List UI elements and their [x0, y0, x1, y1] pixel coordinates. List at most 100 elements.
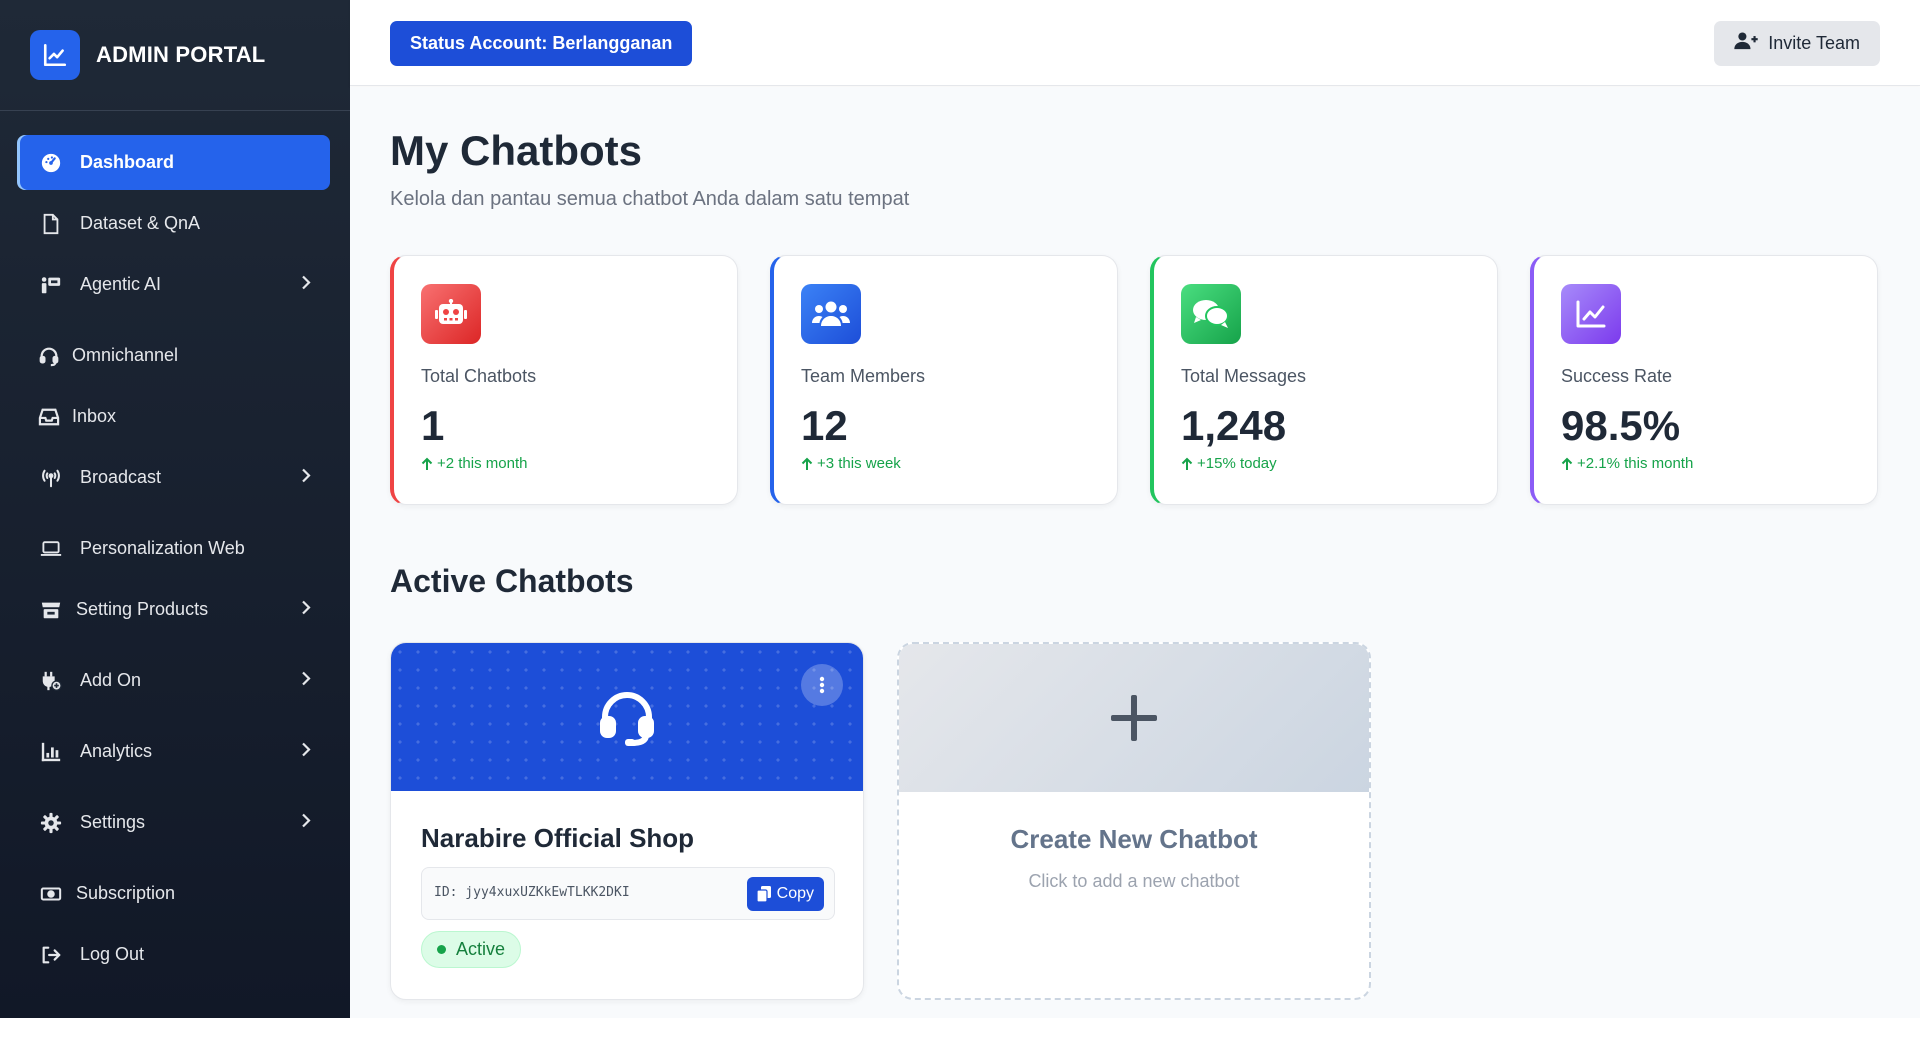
sidebar-item-subscription[interactable]: Subscription — [20, 866, 330, 921]
sidebar-item-inbox[interactable]: Inbox — [20, 389, 330, 444]
sidebar-item-add-on[interactable]: Add On — [20, 653, 330, 708]
sidebar-item-label: Subscription — [76, 883, 176, 903]
plus-icon — [1111, 695, 1157, 741]
invite-team-button[interactable]: Invite Team — [1714, 21, 1880, 66]
brand-title: ADMIN PORTAL — [96, 42, 266, 67]
stat-card-team-members: Team Members 12 +3 this week — [770, 255, 1118, 505]
sidebar-item-setting-products[interactable]: Setting Products — [20, 582, 330, 637]
headset-icon — [38, 345, 60, 367]
chatbot-name: Narabire Official Shop — [421, 823, 695, 853]
sidebar-item-label: Setting Products — [76, 599, 209, 619]
page-title: My Chatbots — [390, 127, 642, 174]
chatbot-id-box: ID: jyy4xuxUZKkEwTLKK2DKI Copy — [421, 867, 835, 920]
users-icon — [801, 284, 861, 344]
sidebar-item-personalization-web[interactable]: Personalization Web — [20, 521, 330, 576]
more-options-button[interactable] — [801, 664, 843, 706]
section-title: Active Chatbots — [390, 563, 634, 599]
status-label: Active — [456, 939, 506, 959]
stat-trend: +2 this month — [421, 455, 527, 472]
stat-value: 1 — [421, 402, 445, 449]
sidebar-item-omnichannel[interactable]: Omnichannel — [20, 328, 330, 383]
sidebar-item-log-out[interactable]: Log Out — [20, 927, 330, 982]
arrow-up-icon — [421, 457, 433, 470]
brand: ADMIN PORTAL — [0, 0, 350, 111]
stat-card-success-rate: Success Rate 98.5% +2.1% this month — [1530, 255, 1878, 505]
create-chatbot-subtitle: Click to add a new chatbot — [1028, 871, 1240, 891]
copy-icon — [756, 886, 771, 902]
stat-value: 12 — [801, 402, 848, 449]
create-chatbot-card[interactable]: Create New Chatbot Click to add a new ch… — [897, 642, 1371, 1000]
sidebar-item-label: Dashboard — [80, 152, 175, 172]
copy-id-button[interactable]: Copy — [746, 877, 824, 911]
chat-icon — [1181, 284, 1241, 344]
status-badge: Active — [421, 931, 522, 968]
stat-trend-text: +3 this week — [817, 455, 901, 472]
chatbot-id: ID: jyy4xuxUZKkEwTLKK2DKI — [434, 885, 630, 900]
analytics-icon — [40, 741, 62, 763]
gear-icon — [40, 812, 62, 834]
sidebar-item-label: Add On — [80, 670, 142, 690]
sidebar-item-label: Dataset & QnA — [80, 213, 201, 233]
arrow-up-icon — [1181, 457, 1193, 470]
chatbot-banner — [391, 643, 863, 791]
sidebar: ADMIN PORTAL Dashboard Dataset & QnA Age… — [0, 0, 350, 1018]
more-vertical-icon — [819, 676, 825, 694]
sidebar-item-label: Broadcast — [80, 467, 162, 487]
stat-trend: +3 this week — [801, 455, 901, 472]
arrow-up-icon — [1561, 457, 1573, 470]
sidebar-item-label: Agentic AI — [80, 274, 162, 294]
sidebar-item-label: Settings — [80, 812, 146, 832]
stat-trend-text: +2 this month — [437, 455, 528, 472]
store-icon — [40, 599, 62, 621]
user-plus-icon — [1734, 32, 1758, 55]
chart-line-icon — [1561, 284, 1621, 344]
account-status-button[interactable]: Status Account: Berlangganan — [390, 21, 693, 66]
sidebar-item-dataset[interactable]: Dataset & QnA — [20, 196, 330, 251]
chevron-right-icon — [300, 467, 312, 488]
sidebar-nav: Dashboard Dataset & QnA Agentic AI Omnic… — [0, 111, 350, 982]
dashboard-icon — [40, 152, 62, 174]
chatbot-card[interactable]: Narabire Official Shop ID: jyy4xuxUZKkEw… — [390, 642, 864, 1000]
file-icon — [40, 213, 62, 235]
page-subtitle: Kelola dan pantau semua chatbot Anda dal… — [390, 188, 910, 210]
main-content: My Chatbots Kelola dan pantau semua chat… — [350, 87, 1920, 1018]
sidebar-item-label: Analytics — [80, 741, 153, 761]
copy-label: Copy — [776, 885, 814, 902]
invite-team-label: Invite Team — [1768, 33, 1860, 53]
sidebar-item-broadcast[interactable]: Broadcast — [20, 450, 330, 505]
stat-trend-text: +2.1% this month — [1577, 455, 1694, 472]
stat-trend: +15% today — [1181, 455, 1277, 472]
robot-icon — [421, 284, 481, 344]
inbox-icon — [38, 406, 60, 428]
headset-icon — [600, 692, 654, 746]
sidebar-item-analytics[interactable]: Analytics — [20, 724, 330, 779]
money-icon — [40, 883, 62, 905]
sidebar-item-dashboard[interactable]: Dashboard — [20, 135, 330, 190]
laptop-icon — [40, 538, 62, 560]
create-chatbot-banner — [899, 644, 1369, 792]
sidebar-item-label: Log Out — [80, 944, 145, 964]
sidebar-item-label: Inbox — [72, 406, 117, 426]
chevron-right-icon — [300, 599, 312, 620]
stat-card-total-chatbots: Total Chatbots 1 +2 this month — [390, 255, 738, 505]
sidebar-item-settings[interactable]: Settings — [20, 795, 330, 850]
stat-value: 98.5% — [1561, 402, 1681, 449]
stat-value: 1,248 — [1181, 402, 1287, 449]
sidebar-item-label: Personalization Web — [80, 538, 245, 558]
broadcast-icon — [40, 467, 62, 489]
stat-label: Success Rate — [1561, 366, 1673, 386]
chevron-right-icon — [300, 670, 312, 691]
plugin-icon — [40, 670, 62, 692]
chevron-right-icon — [300, 812, 312, 833]
logout-icon — [40, 944, 62, 966]
sidebar-item-agentic-ai[interactable]: Agentic AI — [20, 257, 330, 312]
topbar: Status Account: Berlangganan Invite Team — [350, 0, 1920, 86]
stat-label: Total Chatbots — [421, 366, 537, 386]
sidebar-item-label: Omnichannel — [72, 345, 179, 365]
chevron-right-icon — [300, 274, 312, 295]
arrow-up-icon — [801, 457, 813, 470]
status-dot-icon — [437, 945, 446, 954]
stat-card-total-messages: Total Messages 1,248 +15% today — [1150, 255, 1498, 505]
stat-trend: +2.1% this month — [1561, 455, 1693, 472]
stat-label: Team Members — [801, 366, 926, 386]
